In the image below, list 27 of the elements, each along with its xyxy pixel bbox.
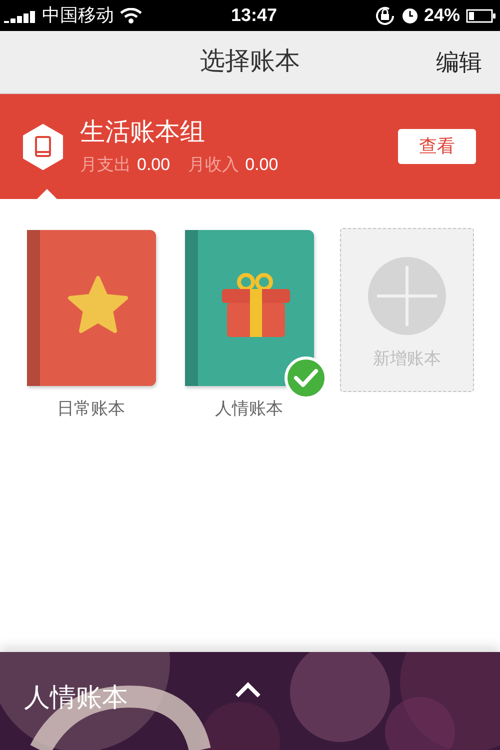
book-cover[interactable] [26,230,156,386]
battery-icon [466,8,496,22]
chevron-up-icon[interactable] [234,682,262,698]
carrier-name: 中国移动 [42,4,114,27]
edit-button[interactable]: 编辑 [436,44,482,80]
group-name: 生活账本组 [80,116,206,148]
book-icon [22,124,64,170]
battery-percent: 24% [424,4,460,27]
signal-icon [4,8,36,22]
income-value: 0.00 [245,154,278,176]
book-cover[interactable] [184,230,314,386]
book-name: 人情账本 [215,398,283,420]
expense-label: 月支出 [80,154,131,176]
expense-value: 0.00 [137,154,170,176]
view-button[interactable]: 查看 [398,129,476,164]
status-time: 13:47 [230,4,278,27]
pointer-icon [37,189,57,199]
current-book-name: 人情账本 [24,680,129,714]
plus-icon [367,256,447,336]
gift-icon [220,272,292,338]
income-label: 月收入 [188,154,240,176]
rotation-lock-icon [374,4,396,26]
page-title: 选择账本 [200,46,300,78]
wifi-icon [120,8,142,24]
book-name: 日常账本 [57,398,125,420]
star-icon [66,275,128,335]
clock-icon [402,8,418,24]
